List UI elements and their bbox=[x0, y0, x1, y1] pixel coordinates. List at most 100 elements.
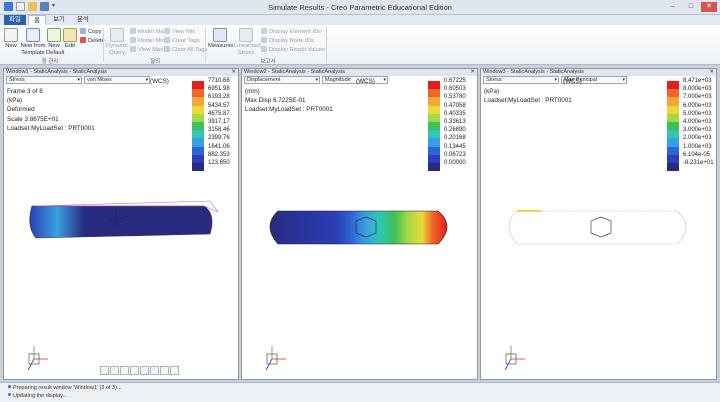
node-ids-icon bbox=[261, 37, 267, 43]
legend-value: 3.000e+03 bbox=[683, 127, 712, 134]
clear-all-tags-icon bbox=[164, 46, 170, 52]
clear-tags-button[interactable]: Clear Tags bbox=[164, 37, 200, 45]
min-icon bbox=[130, 37, 136, 43]
view-min-button[interactable]: View Min bbox=[164, 28, 195, 36]
legend-value: 7710.68 bbox=[208, 78, 230, 84]
new-from-template-button[interactable]: New from Template bbox=[20, 28, 46, 56]
ribbon-tabs: 파일 홈 보기 분석 bbox=[0, 15, 720, 25]
tab-file[interactable]: 파일 bbox=[4, 15, 26, 25]
status-message: Preparing result window 'Window1' (3 of … bbox=[8, 385, 121, 391]
max-icon bbox=[130, 28, 136, 34]
tab-analysis[interactable]: 분석 bbox=[72, 15, 94, 25]
legend-value: 5.000e+03 bbox=[683, 110, 712, 117]
pencil-icon bbox=[63, 28, 77, 42]
default-icon bbox=[47, 28, 61, 42]
group-label-file: 정 관리 bbox=[41, 59, 59, 65]
panel-close-icon[interactable]: ✕ bbox=[470, 69, 475, 76]
new-button[interactable]: New bbox=[3, 28, 19, 50]
view-toolbar bbox=[100, 366, 179, 375]
view-max-button[interactable]: View Max bbox=[130, 46, 163, 54]
legend-value: -8.231e+01 bbox=[683, 160, 714, 166]
group-label-report: 보고서 bbox=[260, 59, 276, 65]
legend-value: 0.00000 bbox=[444, 160, 466, 166]
new-default-button[interactable]: New Default bbox=[46, 28, 64, 56]
legend-value: 0.53780 bbox=[444, 94, 466, 101]
spin-center-icon[interactable] bbox=[170, 366, 179, 375]
display-element-ids-button[interactable]: Display Element IDs bbox=[261, 28, 321, 36]
result-window-1[interactable]: Window1 - StaticAnalysis - StaticAnalysi… bbox=[3, 68, 239, 380]
legend-value: 2399.76 bbox=[208, 135, 230, 142]
measures-button[interactable]: Measures bbox=[208, 28, 233, 50]
tab-home[interactable]: 홈 bbox=[27, 15, 46, 25]
legend-value: 1641.06 bbox=[208, 143, 230, 150]
status-message: Updating the display... bbox=[8, 393, 67, 399]
query-icon bbox=[110, 28, 124, 42]
edit-button[interactable]: Edit bbox=[63, 28, 77, 50]
new-icon bbox=[4, 28, 18, 42]
legend-value: 5434.57 bbox=[208, 102, 230, 109]
legend-value: 3158.46 bbox=[208, 127, 230, 134]
model-max-button[interactable]: Model Max bbox=[130, 28, 166, 36]
delete-button[interactable]: Delete bbox=[80, 37, 105, 45]
copy-icon bbox=[80, 28, 86, 34]
panel-header: Window2 - StaticAnalysis - StaticAnalysi… bbox=[242, 69, 477, 76]
legend-value: 2.000e+03 bbox=[683, 135, 712, 142]
divider bbox=[326, 28, 327, 62]
panel-close-icon[interactable]: ✕ bbox=[231, 69, 236, 76]
model-min-button[interactable]: Model Min bbox=[130, 37, 165, 45]
saved-views-icon[interactable] bbox=[150, 366, 159, 375]
legend-value: 0.60503 bbox=[444, 86, 466, 93]
result-window-3[interactable]: Window3 - StaticAnalysis - StaticAnalysi… bbox=[480, 68, 717, 380]
legend-value: 0.40335 bbox=[444, 110, 466, 117]
measures-icon bbox=[213, 28, 227, 42]
template-icon bbox=[26, 28, 40, 42]
legend-value: 0.06723 bbox=[444, 151, 466, 158]
copy-button[interactable]: Copy bbox=[80, 28, 102, 36]
legend-value: 0.33613 bbox=[444, 119, 466, 125]
title-bar: ▾ Simulate Results - Creo Parametric Edu… bbox=[0, 0, 720, 15]
panel-close-icon[interactable]: ✕ bbox=[709, 69, 714, 76]
legend-value: 6.000e+03 bbox=[683, 102, 712, 109]
maximize-button[interactable]: □ bbox=[683, 2, 699, 12]
refit-icon[interactable] bbox=[100, 366, 109, 375]
panel-header: Window3 - StaticAnalysis - StaticAnalysi… bbox=[481, 69, 716, 76]
zoom-in-icon[interactable] bbox=[110, 366, 119, 375]
stress-icon bbox=[239, 28, 253, 42]
legend-value: 8.471e+03 bbox=[683, 78, 712, 84]
display-node-ids-button[interactable]: Display Node IDs bbox=[261, 37, 314, 45]
result-values-icon bbox=[261, 46, 267, 52]
delete-icon bbox=[80, 37, 86, 43]
zoom-out-icon[interactable] bbox=[120, 366, 129, 375]
legend-value: 123.650 bbox=[208, 160, 230, 166]
legend-value: 4.000e+03 bbox=[683, 119, 712, 125]
perspective-icon[interactable] bbox=[160, 366, 169, 375]
clear-all-tags-button[interactable]: Clear All Tags bbox=[164, 46, 207, 54]
clear-tags-icon bbox=[164, 37, 170, 43]
linearized-stress-button[interactable]: Linearized Stress bbox=[234, 28, 261, 56]
orient-icon[interactable] bbox=[140, 366, 149, 375]
result-window-2[interactable]: Window2 - StaticAnalysis - StaticAnalysi… bbox=[241, 68, 478, 380]
legend-value: 1.000e+03 bbox=[683, 143, 712, 150]
legend-value: 882.353 bbox=[208, 151, 230, 158]
model-view[interactable] bbox=[4, 76, 240, 376]
group-label-query: 질의 bbox=[149, 59, 161, 65]
view-min-icon bbox=[164, 28, 170, 34]
legend-value: 7.000e+03 bbox=[683, 94, 712, 101]
legend-value: 4675.87 bbox=[208, 110, 230, 117]
legend-value: 3917.17 bbox=[208, 119, 230, 125]
ribbon: New New from Template New Default Edit C… bbox=[0, 25, 720, 65]
minimize-button[interactable]: – bbox=[665, 2, 681, 12]
display-result-values-button[interactable]: Display Result Values bbox=[261, 46, 325, 54]
legend-value: 6951.98 bbox=[208, 86, 230, 93]
repaint-icon[interactable] bbox=[130, 366, 139, 375]
divider bbox=[103, 28, 104, 62]
element-ids-icon bbox=[261, 28, 267, 34]
tab-view[interactable]: 보기 bbox=[48, 15, 70, 25]
legend-value: 0.13445 bbox=[444, 143, 466, 150]
legend-value: 6.104e-05 bbox=[683, 151, 711, 158]
legend-value: 0.26890 bbox=[444, 127, 466, 134]
divider bbox=[205, 28, 206, 62]
close-button[interactable]: ✕ bbox=[701, 2, 717, 12]
view-max-icon bbox=[130, 46, 136, 52]
dynamic-query-button[interactable]: Dynamic Query bbox=[106, 28, 129, 56]
